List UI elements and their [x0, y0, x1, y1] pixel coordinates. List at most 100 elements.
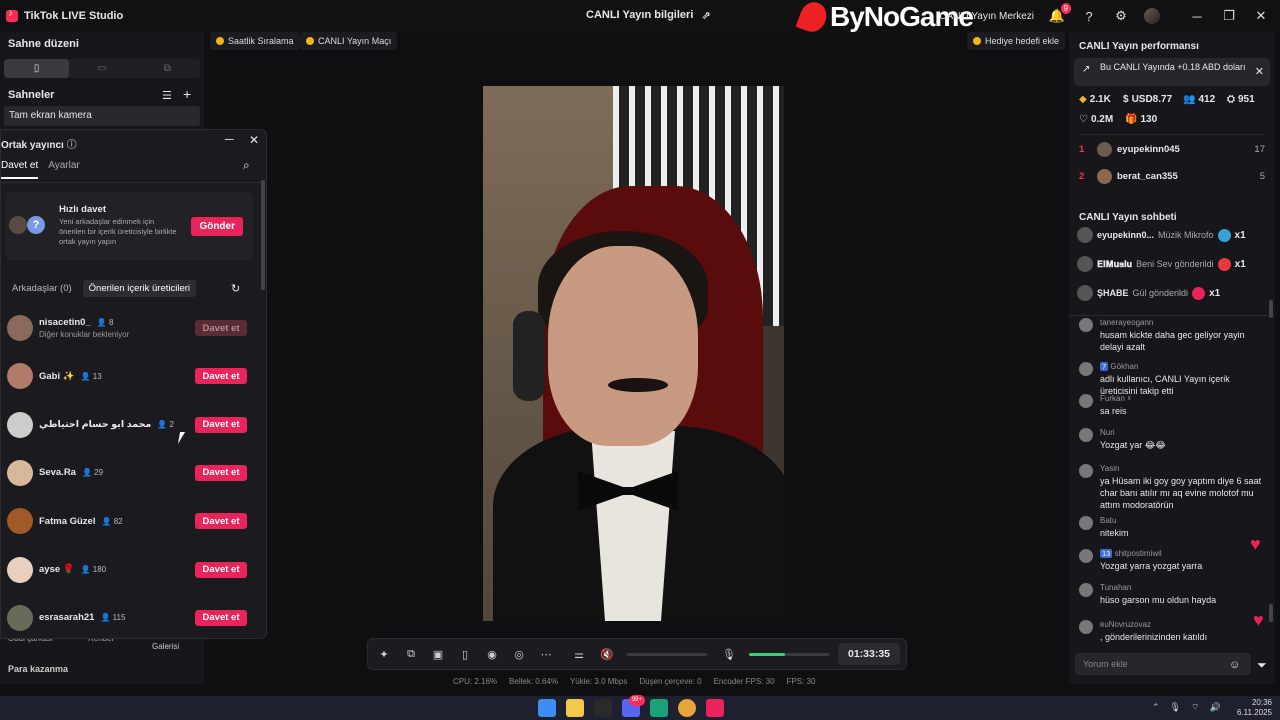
avatar[interactable]	[1079, 362, 1093, 376]
bell-icon[interactable]: 🔔 9	[1048, 3, 1071, 25]
avatar[interactable]	[1077, 256, 1093, 272]
filter-icon[interactable]: ⏷	[1257, 658, 1267, 673]
avatar[interactable]	[1144, 8, 1160, 24]
chat-message[interactable]: Nuri Yozgat yar 😂😂	[1079, 428, 1265, 451]
wifi-icon[interactable]: ⌔	[1191, 702, 1199, 713]
speaker-volume-slider[interactable]	[627, 652, 707, 656]
search-icon[interactable]: ⌕	[243, 158, 250, 173]
microphone-icon[interactable]: 🎙	[722, 648, 736, 661]
invite-button[interactable]: Davet et	[195, 416, 247, 433]
scene-item[interactable]: Tam ekran kamera	[4, 106, 200, 126]
discord-icon[interactable]: 99+	[622, 695, 645, 717]
tiktok-studio-icon[interactable]	[706, 699, 724, 717]
app-icon[interactable]	[650, 699, 668, 717]
mixer-icon[interactable]: ⚌	[573, 648, 585, 661]
avatar[interactable]	[1079, 464, 1093, 478]
refresh-icon[interactable]: ↻	[231, 282, 240, 295]
avatar[interactable]	[1079, 549, 1093, 563]
avatar[interactable]	[1079, 516, 1093, 530]
invite-button[interactable]: Davet et	[195, 320, 247, 336]
invite-button[interactable]: Davet et	[195, 609, 247, 626]
invite-button[interactable]: Davet et	[195, 368, 247, 385]
comment-input[interactable]: Yorum ekle	[1075, 653, 1251, 675]
avatar[interactable]	[1077, 227, 1093, 243]
avatar[interactable]	[1079, 620, 1093, 634]
avatar[interactable]	[1077, 285, 1093, 301]
minimize-icon[interactable]: ─	[225, 132, 234, 146]
ranking-row[interactable]: 1 eyupekinn045 17	[1079, 140, 1265, 158]
mic-tray-icon[interactable]: 🎙	[1170, 702, 1181, 713]
chrome-icon[interactable]	[678, 699, 696, 717]
chat-message[interactable]: Tunahan hüso garson mu oldun hayda	[1079, 583, 1265, 606]
avatar[interactable]	[7, 604, 33, 631]
chat-message[interactable]: Yasin ya Hüsam iki goy goy yaptım diye 6…	[1079, 464, 1265, 511]
chat-message[interactable]: tanerayeogann husam kickte daha gec geli…	[1079, 318, 1265, 353]
system-clock[interactable]: 20:36 6.11.2025	[1237, 698, 1272, 718]
chevron-up-icon[interactable]: ⌃	[1152, 702, 1160, 713]
close-icon[interactable]: ✕	[1255, 65, 1264, 78]
more-icon[interactable]: ⋯	[540, 648, 552, 661]
chat-message[interactable]: 7 Gökhan adlı kullanıcı, CANLI Yayın içe…	[1079, 362, 1265, 397]
terminal-icon[interactable]	[594, 699, 612, 717]
invite-button[interactable]: Davet et	[195, 561, 247, 578]
scrollbar[interactable]	[1269, 300, 1273, 318]
ranking-row[interactable]: 2 berat_can355 5	[1079, 167, 1265, 185]
chat-message[interactable]: ʀᴜNovruzovaz , gönderilerinizinden katıl…	[1079, 620, 1265, 643]
gift-goal-chip[interactable]: Hediye hedefi ekle	[967, 32, 1066, 50]
speaker-muted-icon[interactable]: 🔇	[600, 648, 614, 661]
landscape-layout-tab[interactable]: ▭	[69, 59, 134, 78]
avatar[interactable]	[7, 508, 33, 535]
avatar[interactable]	[1079, 583, 1093, 597]
tab-invite[interactable]: Davet et	[1, 160, 39, 179]
camera-icon[interactable]: ◎	[513, 648, 525, 661]
live-video-preview[interactable]	[483, 86, 784, 621]
scrollbar[interactable]	[1269, 604, 1273, 622]
tab-settings[interactable]: Ayarlar	[48, 160, 80, 179]
layout-icon[interactable]: ▣	[432, 648, 444, 661]
magic-wand-icon[interactable]: ✦	[378, 648, 390, 661]
dual-layout-tab[interactable]: ⧉	[135, 59, 200, 78]
avatar[interactable]	[7, 411, 33, 438]
mic-volume-slider[interactable]	[749, 652, 829, 656]
avatar[interactable]	[7, 556, 33, 583]
control-bar: ✦ ⧉ ▣ ▯ ◉ ◎ ⋯ ⚌ 🔇 🎙 01:33:35	[367, 638, 907, 670]
tab-friends[interactable]: Arkadaşlar (0)	[9, 280, 75, 297]
hourly-ranking-chip[interactable]: Saatlik Sıralama	[210, 32, 300, 50]
live-match-chip[interactable]: CANLI Yayın Maçı	[300, 32, 398, 50]
volume-icon[interactable]: 🔊	[1209, 702, 1220, 713]
earn-title[interactable]: Para kazanma	[8, 664, 68, 674]
gear-icon[interactable]: ⚙	[1112, 7, 1130, 25]
avatar[interactable]	[7, 459, 33, 486]
file-explorer-icon[interactable]	[566, 699, 584, 717]
add-scene-icon[interactable]: +	[183, 86, 191, 102]
chat-message[interactable]: 13 shitpostimiwil Yozgat yarra yozgat ya…	[1079, 549, 1265, 572]
avatar[interactable]	[1079, 318, 1093, 332]
phone-icon[interactable]: ▯	[459, 648, 471, 661]
avatar[interactable]	[1079, 394, 1093, 408]
chat-message[interactable]: Batu nitekim	[1079, 516, 1265, 539]
windows-start-icon[interactable]	[538, 699, 556, 717]
emoji-icon[interactable]: ☺	[1229, 659, 1240, 671]
avatar[interactable]	[7, 363, 33, 390]
invite-button[interactable]: Davet et	[195, 464, 247, 481]
live-center-button[interactable]: CANLI Yayın Merkezi	[939, 11, 1034, 22]
minimize-icon[interactable]: ─	[1188, 7, 1206, 25]
help-icon[interactable]: ⓘ	[67, 140, 77, 151]
restore-icon[interactable]: ❐	[1220, 7, 1238, 25]
invite-button[interactable]: Davet et	[195, 513, 247, 530]
avatar[interactable]	[7, 315, 33, 341]
record-icon[interactable]: ◉	[486, 648, 498, 661]
effects-icon[interactable]: ⧉	[405, 648, 417, 661]
portrait-layout-tab[interactable]: ▯	[4, 59, 70, 78]
live-info-button[interactable]: CANLI Yayın bilgileri ⇗	[586, 9, 711, 22]
help-icon[interactable]: ?	[1080, 7, 1098, 25]
close-icon[interactable]: ✕	[249, 133, 259, 147]
tab-recommended[interactable]: Önerilen içerik üreticileri	[82, 280, 197, 297]
partial-item-gallery[interactable]: Galerisi	[152, 642, 179, 651]
list-icon[interactable]: ☰	[162, 89, 172, 102]
send-button[interactable]: Gönder	[191, 217, 243, 236]
scrollbar[interactable]	[261, 180, 265, 290]
avatar[interactable]	[1079, 428, 1093, 442]
close-icon[interactable]: ✕	[1252, 7, 1270, 25]
chat-message[interactable]: Furkan ☓ sa reis	[1079, 394, 1265, 417]
